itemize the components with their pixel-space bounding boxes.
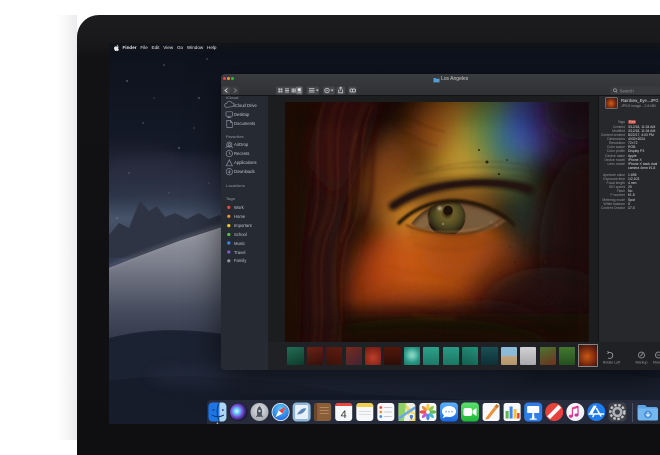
- svg-text:4: 4: [341, 409, 347, 421]
- svg-text:Rotate Left: Rotate Left: [602, 361, 620, 365]
- svg-text:Search: Search: [620, 89, 635, 94]
- svg-text:More...: More...: [652, 361, 660, 365]
- svg-text:Markup: Markup: [635, 361, 647, 365]
